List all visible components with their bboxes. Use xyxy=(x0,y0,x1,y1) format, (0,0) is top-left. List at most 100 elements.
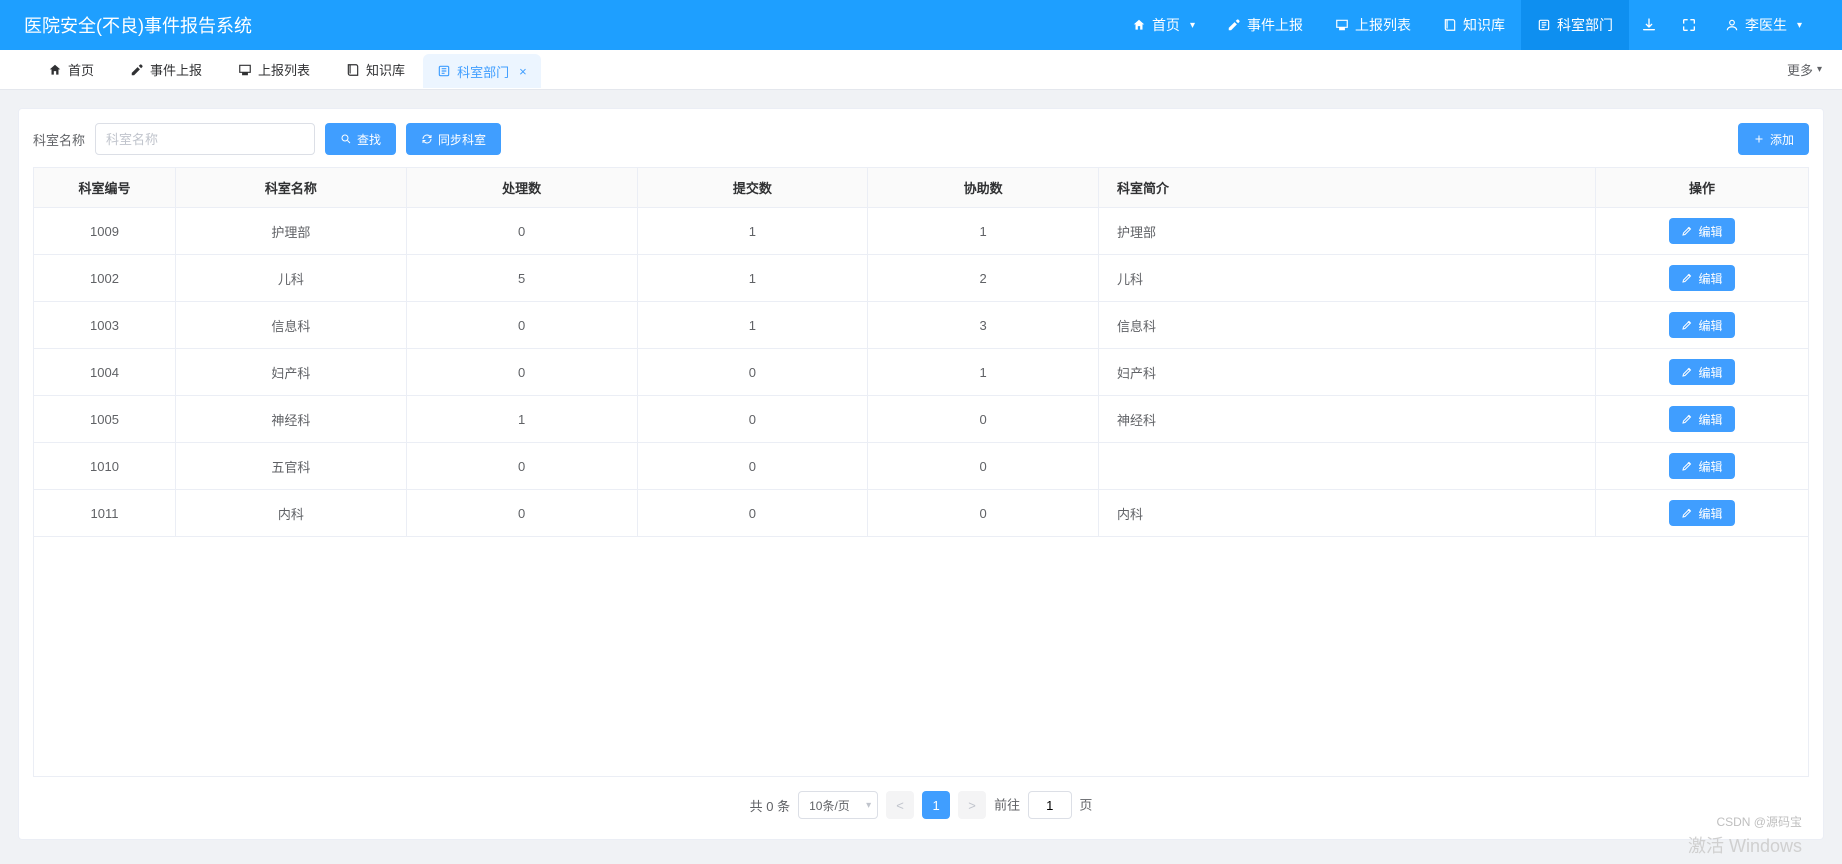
cell-name: 神经科 xyxy=(176,396,407,443)
cell-action: 编辑 xyxy=(1596,255,1809,302)
chevron-down-icon: ▾ xyxy=(866,800,871,811)
pencil-icon xyxy=(1681,460,1693,472)
cell-action: 编辑 xyxy=(1596,396,1809,443)
edit-button[interactable]: 编辑 xyxy=(1669,265,1734,291)
tab-kb[interactable]: 知识库 xyxy=(328,50,423,90)
dept-icon xyxy=(1537,18,1551,32)
fullscreen-button[interactable] xyxy=(1669,0,1709,50)
cell-desc: 内科 xyxy=(1099,490,1596,537)
cell-process: 0 xyxy=(406,302,637,349)
cell-name: 信息科 xyxy=(176,302,407,349)
col-submit: 提交数 xyxy=(637,168,868,208)
user-icon xyxy=(1725,18,1739,32)
table-empty-space xyxy=(33,537,1809,777)
cell-id: 1011 xyxy=(34,490,176,537)
cell-action: 编辑 xyxy=(1596,302,1809,349)
pencil-icon xyxy=(1681,507,1693,519)
search-button[interactable]: 查找 xyxy=(325,123,396,155)
cell-desc: 妇产科 xyxy=(1099,349,1596,396)
button-label: 查找 xyxy=(357,131,381,148)
edit-button[interactable]: 编辑 xyxy=(1669,359,1734,385)
tab-close-icon[interactable]: × xyxy=(519,64,527,79)
pagination: 共 0 条 10条/页 ▾ < 1 > 前往 页 xyxy=(33,777,1809,825)
cell-assist: 1 xyxy=(868,208,1099,255)
button-label: 编辑 xyxy=(1698,223,1722,240)
goto-input[interactable] xyxy=(1028,791,1072,819)
col-desc: 科室简介 xyxy=(1099,168,1596,208)
pager-total: 共 0 条 xyxy=(750,796,790,815)
table-row: 1011内科000内科编辑 xyxy=(34,490,1809,537)
download-icon xyxy=(1641,17,1657,33)
page-size-select[interactable]: 10条/页 ▾ xyxy=(798,791,878,819)
pager-page-1[interactable]: 1 xyxy=(922,791,950,819)
col-process: 处理数 xyxy=(406,168,637,208)
edit-button[interactable]: 编辑 xyxy=(1669,312,1734,338)
edit-button[interactable]: 编辑 xyxy=(1669,500,1734,526)
tab-label: 事件上报 xyxy=(150,60,202,79)
dept-table: 科室编号 科室名称 处理数 提交数 协助数 科室简介 操作 1009护理部011… xyxy=(33,167,1809,537)
nav-list[interactable]: 上报列表 xyxy=(1319,0,1427,50)
monitor-icon xyxy=(238,63,252,77)
cell-submit: 1 xyxy=(637,208,868,255)
table-row: 1009护理部011护理部编辑 xyxy=(34,208,1809,255)
pager-next[interactable]: > xyxy=(958,791,986,819)
button-label: 编辑 xyxy=(1698,317,1722,334)
refresh-icon xyxy=(421,133,433,145)
more-label: 更多 xyxy=(1787,60,1813,79)
cell-name: 内科 xyxy=(176,490,407,537)
user-menu[interactable]: 李医生 ▾ xyxy=(1709,0,1818,50)
cell-id: 1010 xyxy=(34,443,176,490)
tab-label: 科室部门 xyxy=(457,62,509,81)
cell-action: 编辑 xyxy=(1596,443,1809,490)
tabs-bar: 首页 事件上报 上报列表 知识库 科室部门 × 更多 ▾ xyxy=(0,50,1842,90)
pencil-icon xyxy=(1681,225,1693,237)
edit-button[interactable]: 编辑 xyxy=(1669,453,1734,479)
edit-button[interactable]: 编辑 xyxy=(1669,218,1734,244)
download-button[interactable] xyxy=(1629,0,1669,50)
add-button[interactable]: 添加 xyxy=(1738,123,1809,155)
col-assist: 协助数 xyxy=(868,168,1099,208)
button-label: 添加 xyxy=(1770,131,1794,148)
button-label: 编辑 xyxy=(1698,411,1722,428)
filter-label: 科室名称 xyxy=(33,130,85,149)
cell-submit: 1 xyxy=(637,302,868,349)
tab-list[interactable]: 上报列表 xyxy=(220,50,328,90)
tabs-more[interactable]: 更多 ▾ xyxy=(1787,60,1822,79)
edit-icon xyxy=(1227,18,1241,32)
page-size-label: 10条/页 xyxy=(809,797,850,814)
plus-icon xyxy=(1753,133,1765,145)
fullscreen-icon xyxy=(1681,17,1697,33)
sync-button[interactable]: 同步科室 xyxy=(406,123,501,155)
cell-name: 儿科 xyxy=(176,255,407,302)
edit-icon xyxy=(130,63,144,77)
dept-icon xyxy=(437,64,451,78)
watermark-windows: 激活 Windows xyxy=(1688,832,1802,858)
cell-submit: 0 xyxy=(637,443,868,490)
filter-input[interactable] xyxy=(95,123,315,155)
cell-name: 五官科 xyxy=(176,443,407,490)
nav-dept[interactable]: 科室部门 xyxy=(1521,0,1629,50)
panel: 科室名称 查找 同步科室 添加 科室编号 科室名称 处理数 xyxy=(18,108,1824,840)
nav-report[interactable]: 事件上报 xyxy=(1211,0,1319,50)
cell-name: 护理部 xyxy=(176,208,407,255)
edit-button[interactable]: 编辑 xyxy=(1669,406,1734,432)
nav-kb[interactable]: 知识库 xyxy=(1427,0,1521,50)
cell-submit: 0 xyxy=(637,490,868,537)
nav-label: 首页 xyxy=(1152,15,1180,35)
tab-report[interactable]: 事件上报 xyxy=(112,50,220,90)
tab-dept[interactable]: 科室部门 × xyxy=(423,54,541,88)
cell-action: 编辑 xyxy=(1596,208,1809,255)
table-row: 1010五官科000编辑 xyxy=(34,443,1809,490)
cell-action: 编辑 xyxy=(1596,349,1809,396)
col-id: 科室编号 xyxy=(34,168,176,208)
goto-suffix: 页 xyxy=(1079,798,1092,813)
cell-assist: 3 xyxy=(868,302,1099,349)
watermark-csdn: CSDN @源码宝 xyxy=(1716,813,1802,830)
cell-process: 0 xyxy=(406,490,637,537)
book-icon xyxy=(1443,18,1457,32)
nav-home[interactable]: 首页 ▾ xyxy=(1116,0,1211,50)
cell-assist: 0 xyxy=(868,396,1099,443)
tab-home[interactable]: 首页 xyxy=(30,50,112,90)
pager-prev[interactable]: < xyxy=(886,791,914,819)
cell-desc: 儿科 xyxy=(1099,255,1596,302)
